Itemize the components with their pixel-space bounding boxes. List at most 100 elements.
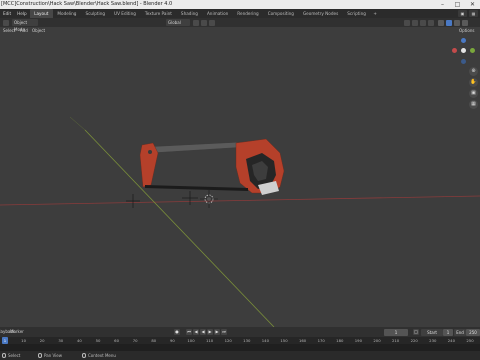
preview-range-icon[interactable]: ◯ — [413, 329, 419, 335]
ruler-tick: 20 — [39, 338, 45, 343]
start-label: Start — [421, 328, 443, 336]
tab-geometry-nodes[interactable]: Geometry Nodes — [298, 9, 342, 18]
zoom-icon[interactable]: ⊕ — [469, 67, 478, 76]
grid-icon[interactable]: ▦ — [469, 100, 478, 109]
gizmo-x-axis-icon[interactable] — [452, 48, 457, 53]
next-keyframe-icon[interactable]: ▶ — [214, 329, 220, 335]
menu-add[interactable]: Add — [20, 27, 28, 35]
editor-type-icon[interactable] — [3, 19, 9, 26]
status-context-menu: Context Menu — [88, 353, 116, 358]
shading-solid-icon[interactable] — [446, 19, 452, 26]
ruler-tick: 120 — [224, 338, 232, 343]
transform-orientation-dropdown[interactable]: Global — [166, 19, 190, 26]
ruler-tick: 170 — [317, 338, 325, 343]
tab-layout[interactable]: Layout — [29, 9, 53, 18]
timeline-panel: Playback Marker ● ⏮ ◀ ◀ ▶ ▶ ⏭ 1 ◯ Start … — [0, 327, 480, 351]
menu-select[interactable]: Select — [3, 27, 15, 35]
proportional-edit-icon[interactable] — [209, 19, 215, 26]
ruler-tick: 160 — [298, 338, 307, 343]
shading-rendered-icon[interactable] — [462, 19, 468, 26]
menu-help[interactable]: Help — [14, 9, 30, 18]
gizmo-z-axis-icon[interactable] — [461, 38, 466, 43]
tab-rendering[interactable]: Rendering — [233, 9, 263, 18]
shading-material-icon[interactable] — [454, 19, 460, 26]
ruler-tick: 50 — [95, 338, 101, 343]
record-icon[interactable]: ● — [174, 329, 180, 335]
menu-edit[interactable]: Edit — [0, 9, 14, 18]
ruler-tick: 110 — [205, 338, 214, 343]
status-bar: Select Pan View Context Menu — [0, 351, 480, 360]
play-reverse-icon[interactable]: ◀ — [200, 329, 206, 335]
timeline-track-area[interactable] — [0, 344, 480, 351]
start-frame-field[interactable]: 1 — [443, 328, 453, 336]
mouse-right-icon — [82, 353, 86, 358]
status-select: Select — [8, 353, 21, 358]
tab-compositing[interactable]: Compositing — [263, 9, 298, 18]
ruler-tick: 190 — [354, 338, 363, 343]
window-titlebar: [MCC]Construction\Hack Saw\Blender\Hack … — [0, 0, 480, 9]
camera-icon[interactable]: ▣ — [469, 89, 478, 98]
pivot-icon[interactable] — [193, 19, 199, 26]
tab-texture-paint[interactable]: Texture Paint — [140, 9, 176, 18]
ruler-tick: 40 — [76, 338, 82, 343]
ruler-tick: 240 — [447, 338, 456, 343]
empty-icon — [126, 191, 198, 208]
hand-icon[interactable]: ✋ — [469, 78, 478, 87]
window-title: [MCC]Construction\Hack Saw\Blender\Hack … — [1, 1, 173, 7]
maximize-icon[interactable]: □ — [450, 0, 465, 9]
jump-end-icon[interactable]: ⏭ — [221, 329, 227, 335]
close-icon[interactable]: ✕ — [465, 0, 480, 9]
marker-menu[interactable]: Marker — [10, 327, 24, 337]
minimize-icon[interactable]: – — [435, 0, 450, 9]
current-frame-indicator[interactable]: 1 — [2, 337, 8, 344]
end-frame-field[interactable]: 250 — [466, 328, 480, 336]
menu-object[interactable]: Object — [32, 27, 45, 35]
tab-scripting[interactable]: Scripting — [343, 9, 371, 18]
view-layer-icon[interactable]: ▦ — [469, 10, 478, 17]
overlay-icon[interactable] — [420, 19, 426, 26]
saw-front-pin — [148, 150, 152, 154]
current-frame-field[interactable]: 1 — [384, 328, 408, 336]
ruler-tick: 130 — [243, 338, 251, 343]
gizmo-y-axis-icon[interactable] — [470, 48, 475, 53]
snap-icon[interactable] — [201, 19, 207, 26]
add-workspace-button[interactable]: + — [370, 11, 380, 16]
ruler-tick: 150 — [280, 338, 288, 343]
ruler-tick: 140 — [261, 338, 270, 343]
ruler-tick: 80 — [151, 338, 157, 343]
tab-sculpting[interactable]: Sculpting — [81, 9, 110, 18]
shading-wireframe-icon[interactable] — [438, 19, 444, 26]
play-icon[interactable]: ▶ — [207, 329, 213, 335]
gizmo-toggle-icon[interactable] — [412, 19, 418, 26]
top-bar: Edit Help Layout Modeling Sculpting UV E… — [0, 9, 480, 18]
timeline-header: Playback Marker ● ⏮ ◀ ◀ ▶ ▶ ⏭ 1 ◯ Start … — [0, 327, 480, 337]
prev-keyframe-icon[interactable]: ◀ — [193, 329, 199, 335]
timeline-ruler[interactable]: 0102030405060708090100110120130140150160… — [0, 337, 480, 344]
saw-blade — [145, 185, 248, 191]
gizmo-center-icon[interactable] — [461, 48, 466, 53]
mouse-left-icon — [2, 353, 6, 358]
scene-icon[interactable]: ▣ — [458, 10, 467, 17]
options-dropdown[interactable]: Options — [459, 27, 474, 35]
gizmo-neg-z-icon[interactable] — [461, 59, 466, 64]
ruler-tick: 30 — [58, 338, 64, 343]
3d-viewport[interactable]: ⊕ ✋ ▣ ▦ — [0, 35, 480, 327]
ruler-tick: 100 — [187, 338, 195, 343]
xray-icon[interactable] — [428, 19, 434, 26]
mode-dropdown[interactable]: Object Mode — [12, 19, 38, 32]
tab-shading[interactable]: Shading — [176, 9, 202, 18]
tab-modeling[interactable]: Modeling — [53, 9, 81, 18]
saw-front-hook — [139, 142, 159, 188]
ruler-tick: 70 — [132, 338, 138, 343]
status-pan: Pan View — [44, 353, 62, 358]
tab-animation[interactable]: Animation — [202, 9, 232, 18]
window-controls: – □ ✕ — [435, 0, 480, 9]
x-axis-line — [0, 195, 480, 206]
viewport-canvas — [0, 116, 480, 327]
ruler-tick: 210 — [391, 338, 400, 343]
viewport-menu-row: Select Add Object Options — [0, 27, 480, 35]
visibility-icon[interactable] — [404, 19, 410, 26]
jump-start-icon[interactable]: ⏮ — [186, 329, 192, 335]
ruler-tick: 200 — [373, 338, 381, 343]
tab-uv-editing[interactable]: UV Editing — [110, 9, 141, 18]
